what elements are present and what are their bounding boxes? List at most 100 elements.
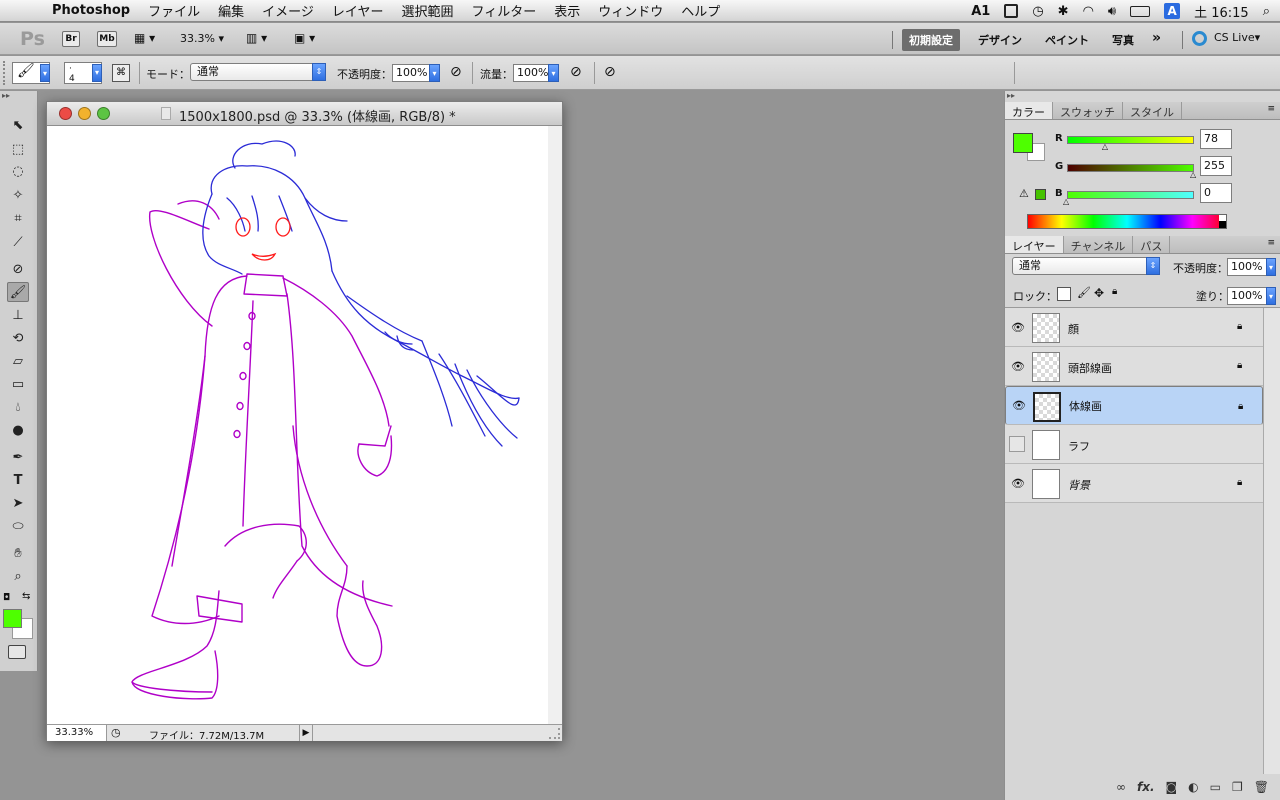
menu-help[interactable]: ヘルプ xyxy=(681,1,720,20)
volume-icon[interactable]: 🔊︎ xyxy=(1108,4,1116,19)
eyedropper-tool-icon[interactable]: ⟋ xyxy=(7,232,29,252)
app-menu[interactable]: Photoshop xyxy=(52,3,130,18)
resize-grip[interactable] xyxy=(549,728,560,739)
layer-row-rough[interactable]: ラフ xyxy=(1005,425,1263,464)
window-status-icon[interactable] xyxy=(1004,4,1019,18)
wifi-icon[interactable]: ◠ xyxy=(1083,4,1094,19)
new-layer-icon[interactable]: ❐ xyxy=(1232,780,1243,794)
tab-styles[interactable]: スタイル xyxy=(1123,102,1182,119)
layer-visibility-eye-icon[interactable]: 👁︎ xyxy=(1012,399,1026,413)
adobe-status-icon[interactable]: A1 xyxy=(971,4,990,19)
menu-image[interactable]: イメージ xyxy=(262,1,314,20)
workspace-photo[interactable]: 写真 xyxy=(1112,32,1134,48)
path-selection-tool-icon[interactable]: ➤ xyxy=(7,493,29,513)
color-panel-menu-icon[interactable]: ≡ xyxy=(1267,104,1275,114)
workspace-paint[interactable]: ペイント xyxy=(1045,32,1089,48)
zoom-window-icon[interactable] xyxy=(97,107,110,120)
lock-pixels-icon[interactable]: 🖌︎ xyxy=(1077,286,1091,299)
tab-paths[interactable]: パス xyxy=(1133,236,1171,253)
blue-value-input[interactable]: 0 xyxy=(1200,183,1232,203)
menu-select[interactable]: 選択範囲 xyxy=(402,1,454,20)
move-tool-icon[interactable]: ⬉ xyxy=(7,115,29,135)
gamut-swatch[interactable] xyxy=(1035,189,1046,200)
spot-healing-tool-icon[interactable]: ⊘ xyxy=(7,259,29,279)
green-slider-thumb[interactable]: △ xyxy=(1190,170,1196,179)
tablet-opacity-icon[interactable]: ⊘ xyxy=(450,64,462,80)
menubar-clock[interactable]: 土 16:15 xyxy=(1194,2,1249,21)
time-machine-icon[interactable]: ◷ xyxy=(1032,4,1043,19)
lasso-tool-icon[interactable]: ◌ xyxy=(7,161,29,181)
blue-slider-thumb[interactable]: △ xyxy=(1063,197,1069,206)
tab-channels[interactable]: チャンネル xyxy=(1064,236,1134,253)
green-slider[interactable] xyxy=(1067,164,1194,172)
layer-row-head-lineart[interactable]: 👁︎ 頭部線画 🔒︎ xyxy=(1005,347,1263,386)
layer-style-fx-icon[interactable]: fx. xyxy=(1137,780,1155,794)
lock-all-icon[interactable]: 🔒︎ xyxy=(1112,286,1117,297)
document-zoom-field[interactable]: 33.33% xyxy=(47,725,107,741)
spotlight-search-icon[interactable]: ⌕ xyxy=(1263,4,1270,19)
tool-preset-picker[interactable]: 🖌︎ ▾ xyxy=(12,62,50,84)
foreground-color-swatch[interactable] xyxy=(3,609,22,628)
document-proxy-icon[interactable] xyxy=(161,107,171,120)
link-layers-icon[interactable]: ∞ xyxy=(1116,780,1126,794)
layer-opacity-dropdown[interactable]: ▾ xyxy=(1266,258,1276,276)
panel-dock-collapse-icon[interactable]: ▸▸ xyxy=(1007,91,1277,101)
workspace-essentials[interactable]: 初期設定 xyxy=(902,29,960,51)
red-value-input[interactable]: 78 xyxy=(1200,129,1232,149)
layer-blend-mode-select[interactable]: 通常 ⇕ xyxy=(1012,257,1160,275)
pen-tool-icon[interactable]: ✒ xyxy=(7,447,29,467)
green-value-input[interactable]: 255 xyxy=(1200,156,1232,176)
adjustment-layer-icon[interactable]: ◐ xyxy=(1188,780,1198,794)
zoom-level-dropdown[interactable]: 33.3% ▾ xyxy=(180,32,224,45)
menu-layer[interactable]: レイヤー xyxy=(332,1,384,20)
bridge-button[interactable]: Br xyxy=(62,31,80,47)
layers-scrollbar[interactable] xyxy=(1263,308,1280,774)
opacity-dropdown[interactable]: ▾ xyxy=(429,64,440,82)
brush-panel-toggle-icon[interactable]: ⌘ xyxy=(112,64,130,82)
workspace-design[interactable]: デザイン xyxy=(978,32,1022,48)
red-slider[interactable] xyxy=(1067,136,1194,144)
lock-position-icon[interactable]: ✥ xyxy=(1094,286,1104,300)
red-slider-thumb[interactable]: △ xyxy=(1102,142,1108,151)
bluetooth-icon[interactable]: ✱ xyxy=(1058,4,1069,19)
battery-icon[interactable] xyxy=(1130,5,1151,17)
menu-window[interactable]: ウィンドウ xyxy=(598,1,663,20)
options-bar-grip[interactable] xyxy=(3,61,9,85)
fill-input[interactable]: 100% xyxy=(1227,287,1267,305)
layer-row-background[interactable]: 👁︎ 背景 🔒︎ xyxy=(1005,464,1263,503)
flow-dropdown[interactable]: ▾ xyxy=(548,64,559,82)
layer-visibility-eye-icon[interactable]: 👁︎ xyxy=(1011,476,1025,490)
delete-layer-icon[interactable]: 🗑︎ xyxy=(1254,780,1269,794)
crop-tool-icon[interactable]: ⌗ xyxy=(7,208,29,228)
lock-transparency-icon[interactable] xyxy=(1057,287,1071,301)
ellipse-tool-icon[interactable]: ⬭ xyxy=(7,516,29,536)
layers-panel-menu-icon[interactable]: ≡ xyxy=(1267,238,1275,248)
dodge-tool-icon[interactable]: ● xyxy=(7,420,29,440)
close-window-icon[interactable] xyxy=(59,107,72,120)
minibridge-button[interactable]: Mb xyxy=(97,31,117,47)
tab-swatches[interactable]: スウォッチ xyxy=(1053,102,1123,119)
quick-selection-tool-icon[interactable]: ✧ xyxy=(7,185,29,205)
blur-tool-icon[interactable]: 💧︎ xyxy=(7,397,29,417)
color-spectrum-ramp[interactable] xyxy=(1027,214,1227,229)
cs-live-menu[interactable]: CS Live▾ xyxy=(1214,31,1260,44)
layer-opacity-input[interactable]: 100% xyxy=(1227,258,1267,276)
type-tool-icon[interactable]: T xyxy=(7,470,29,490)
new-group-icon[interactable]: ▭ xyxy=(1210,780,1221,794)
eraser-tool-icon[interactable]: ▱ xyxy=(7,351,29,371)
blue-slider[interactable] xyxy=(1067,191,1194,199)
flow-input[interactable]: 100% xyxy=(513,64,549,82)
blend-mode-select[interactable]: 通常 ⇕ xyxy=(190,63,326,81)
airbrush-icon[interactable]: ⊘ xyxy=(570,64,582,80)
layer-row-body-lineart[interactable]: 👁︎ 体線画 🔒︎ xyxy=(1005,386,1263,425)
layer-visibility-eye-icon[interactable]: 👁︎ xyxy=(1011,320,1025,334)
gradient-tool-icon[interactable]: ▭ xyxy=(7,374,29,394)
toolbox-collapse-icon[interactable]: ▸▸ xyxy=(2,91,36,101)
marquee-tool-icon[interactable]: ⬚ xyxy=(7,139,29,159)
tab-color[interactable]: カラー xyxy=(1005,102,1053,119)
document-canvas[interactable] xyxy=(47,126,548,724)
status-menu-arrow-icon[interactable]: ▶ xyxy=(299,725,313,741)
layer-visibility-toggle-empty[interactable] xyxy=(1009,436,1025,452)
opacity-input[interactable]: 100% xyxy=(392,64,430,82)
zoom-tool-icon[interactable]: ⌕ xyxy=(7,566,29,586)
